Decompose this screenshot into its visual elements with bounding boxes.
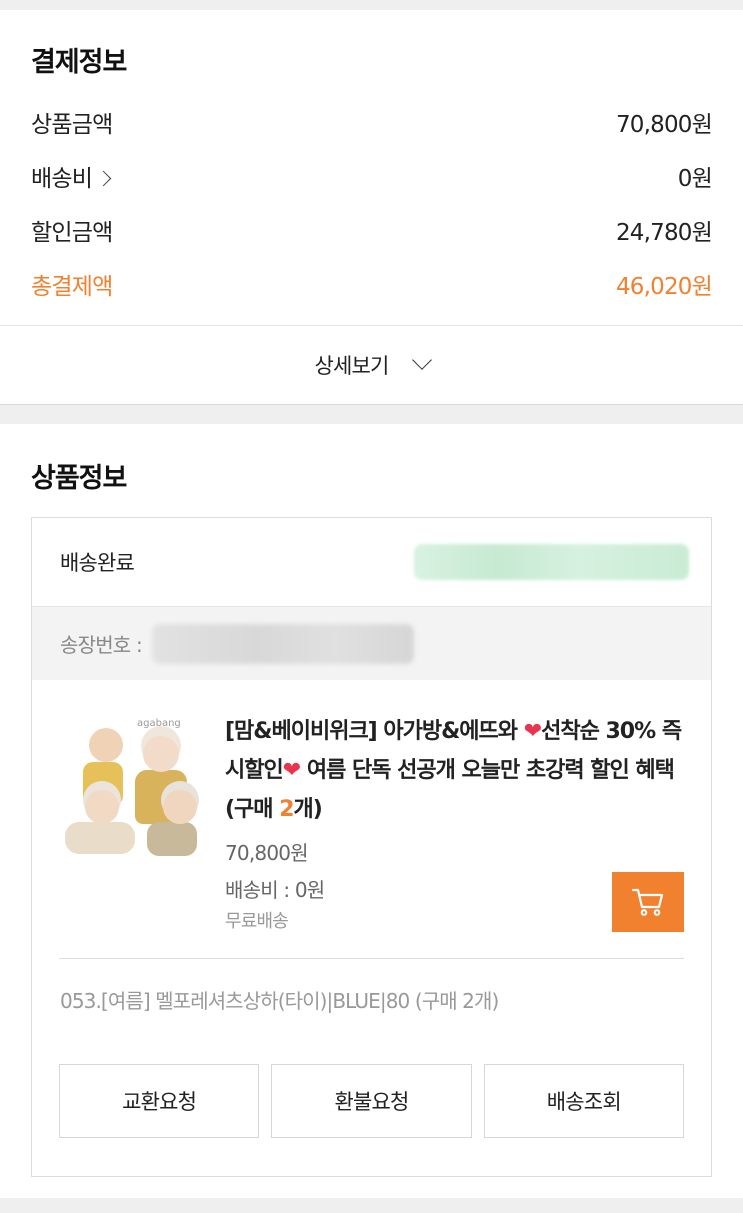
delivery-status: 배송완료 xyxy=(60,551,135,575)
order-card: 배송완료 송장번호 : agabang [맘&베이비위크] 아가방&에뜨와 ❤선… xyxy=(31,517,712,1177)
heart-icon: ❤ xyxy=(282,758,301,783)
product-amount-value: 70,800원 xyxy=(615,112,713,138)
chevron-down-icon xyxy=(411,350,432,370)
heart-icon: ❤ xyxy=(523,719,542,744)
product-price: 70,800원 xyxy=(225,841,309,865)
shipping-fee-label-wrap[interactable]: 배송비 xyxy=(31,159,112,193)
shipping-fee-label: 배송비 xyxy=(31,166,93,192)
discount-amount-label: 할인금액 xyxy=(31,220,113,246)
refund-request-button[interactable]: 환불요청 xyxy=(271,1064,472,1138)
product-option: 053.[여름] 멜포레셔츠상하(타이)|BLUE|80 (구매 2개) xyxy=(60,989,499,1013)
discount-amount-value: 24,780원 xyxy=(615,220,713,246)
product-amount-label: 상품금액 xyxy=(31,112,113,138)
brand-logo: agabang xyxy=(137,718,181,729)
view-details-label: 상세보기 xyxy=(314,354,389,378)
product-name-part: [맘&베이비위크] 아가방&에뜨와 xyxy=(225,719,524,744)
shipping-fee-value: 0원 xyxy=(677,166,713,192)
exchange-request-button[interactable]: 교환요청 xyxy=(59,1064,260,1138)
thumbnail-figure xyxy=(85,790,119,824)
thumbnail-figure xyxy=(89,728,123,762)
product-info-section: 상품정보 배송완료 송장번호 : agabang [맘&베이비위크] 아가방&에… xyxy=(0,424,743,1198)
add-to-cart-button[interactable] xyxy=(612,872,684,932)
thumbnail-figure xyxy=(163,790,197,824)
thumbnail-figure xyxy=(65,822,135,854)
view-details-button[interactable]: 상세보기 xyxy=(0,325,743,405)
shipping-fee-row[interactable]: 배송비 0원 xyxy=(31,149,713,203)
product-item: agabang [맘&베이비위크] 아가방&에뜨와 ❤선착순 30% 즉시할인❤… xyxy=(32,680,711,936)
total-payment-value: 46,020원 xyxy=(615,274,713,300)
delivery-status-row: 배송완료 xyxy=(32,518,711,606)
payment-info-title: 결제정보 xyxy=(31,47,127,78)
thumbnail-figure xyxy=(147,822,197,856)
track-delivery-button[interactable]: 배송조회 xyxy=(483,1064,684,1138)
product-info-title: 상품정보 xyxy=(31,463,127,494)
total-payment-label: 총결제액 xyxy=(31,274,113,300)
invoice-label: 송장번호 : xyxy=(60,633,143,657)
redacted-date xyxy=(414,544,689,580)
product-thumbnail[interactable]: agabang xyxy=(59,718,199,862)
redacted-invoice-number xyxy=(151,623,414,664)
product-name-part: 개) xyxy=(293,797,323,822)
total-payment-row: 총결제액 46,020원 xyxy=(31,257,713,311)
action-buttons: 교환요청 환불요청 배송조회 xyxy=(32,1014,711,1176)
thumbnail-figure xyxy=(143,736,179,772)
chevron-right-icon xyxy=(95,170,112,187)
product-name[interactable]: [맘&베이비위크] 아가방&에뜨와 ❤선착순 30% 즉시할인❤ 여름 단독 선… xyxy=(225,712,684,829)
discount-amount-row: 할인금액 24,780원 xyxy=(31,203,713,257)
invoice-row: 송장번호 : xyxy=(32,606,711,680)
product-amount-row: 상품금액 70,800원 xyxy=(31,95,713,149)
cart-icon xyxy=(631,888,664,916)
product-details: [맘&베이비위크] 아가방&에뜨와 ❤선착순 30% 즉시할인❤ 여름 단독 선… xyxy=(225,712,684,936)
purchase-quantity: 2 xyxy=(279,797,294,822)
payment-info-section: 결제정보 상품금액 70,800원 배송비 0원 할인금액 24,780원 총결… xyxy=(0,10,743,405)
